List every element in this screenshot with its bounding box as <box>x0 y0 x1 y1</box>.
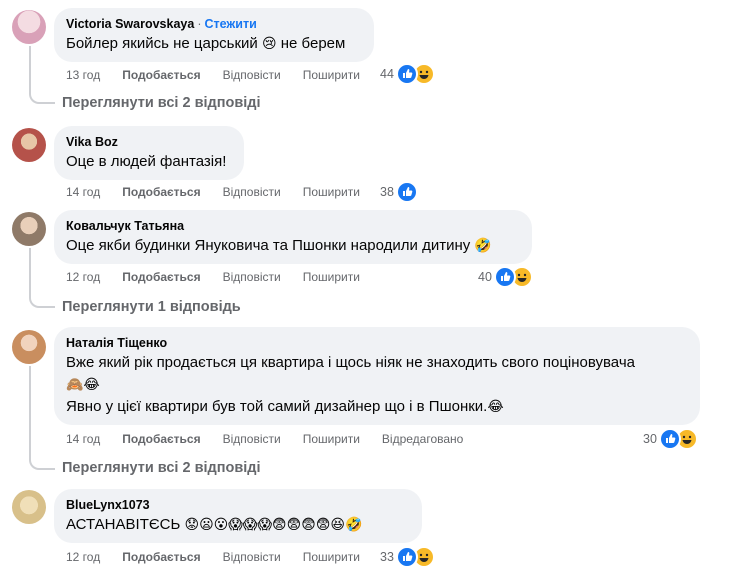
like-button[interactable]: Подобається <box>122 550 200 564</box>
comment-text: Явно у цієї квартири був той самий дизай… <box>66 398 504 415</box>
reply-button[interactable]: Відповісти <box>223 270 281 284</box>
like-button[interactable]: Подобається <box>122 68 200 82</box>
like-icon <box>395 63 418 85</box>
avatar[interactable] <box>12 490 46 524</box>
reply-button[interactable]: Відповісти <box>223 432 281 446</box>
reaction-count: 44 <box>380 67 394 81</box>
view-replies-link[interactable]: Переглянути всі 2 відповіді <box>62 460 261 476</box>
like-icon <box>395 181 418 203</box>
comment-author: Victoria Swarovskaya · Стежити <box>66 17 257 31</box>
avatar[interactable] <box>12 330 46 364</box>
timestamp[interactable]: 12 год <box>66 550 100 564</box>
comment-text: АСТАНАВІТЄСЬ 😟😦😮😱😱😱😨😨😨😨😆🤣 <box>66 516 363 533</box>
comment-actions: 13 год Подобається Відповісти Поширити <box>66 68 382 82</box>
avatar[interactable] <box>12 128 46 162</box>
reply-button[interactable]: Відповісти <box>223 68 281 82</box>
comment-bubble: Vika Boz Оце в людей фантазія! <box>54 126 244 180</box>
avatar[interactable] <box>12 212 46 246</box>
comment-text: Оце в людей фантазія! <box>66 153 227 170</box>
edited-label[interactable]: Відредаговано <box>382 432 463 446</box>
author-name[interactable]: Victoria Swarovskaya <box>66 17 194 31</box>
comment-bubble: Victoria Swarovskaya · Стежити Бойлер який… <box>54 8 374 62</box>
comment-bubble: Наталія Тіщенко Вже який рік продається … <box>54 327 700 425</box>
comment-text: Бойлер якийсь не царський 😢 не берем <box>66 35 346 52</box>
reply-button[interactable]: Відповісти <box>223 185 281 199</box>
share-button[interactable]: Поширити <box>303 270 360 284</box>
like-button[interactable]: Подобається <box>122 432 200 446</box>
author-name[interactable]: Vika Boz <box>66 135 118 149</box>
reaction-summary[interactable]: 44 <box>380 63 435 85</box>
like-icon <box>395 546 418 568</box>
reaction-count: 33 <box>380 550 394 564</box>
comment-actions: 12 год Подобається Відповісти Поширити <box>66 270 382 284</box>
timestamp[interactable]: 12 год <box>66 270 100 284</box>
reaction-summary[interactable]: 38 <box>380 181 418 203</box>
share-button[interactable]: Поширити <box>303 550 360 564</box>
like-icon <box>493 266 516 288</box>
comment-author: BlueLynx1073 <box>66 497 410 513</box>
reply-button[interactable]: Відповісти <box>223 550 281 564</box>
author-name[interactable]: Наталія Тіщенко <box>66 336 167 350</box>
comment-author: Ковальчук Татьяна <box>66 218 520 234</box>
reaction-count: 38 <box>380 185 394 199</box>
like-button[interactable]: Подобається <box>122 270 200 284</box>
comment-text: Оце якби будинки Януковича та Пшонки нар… <box>66 237 492 254</box>
comment-actions: 14 год Подобається Відповісти Поширити <box>66 185 382 199</box>
like-icon <box>658 428 681 450</box>
timestamp[interactable]: 14 год <box>66 432 100 446</box>
share-button[interactable]: Поширити <box>303 185 360 199</box>
comment-author: Наталія Тіщенко <box>66 335 688 351</box>
comment-bubble: BlueLynx1073 АСТАНАВІТЄСЬ 😟😦😮😱😱😱😨😨😨😨😆🤣 <box>54 489 422 543</box>
comment-text: 🙈😂 <box>66 377 100 393</box>
timestamp[interactable]: 13 год <box>66 68 100 82</box>
share-button[interactable]: Поширити <box>303 68 360 82</box>
reaction-summary[interactable]: 40 <box>478 266 533 288</box>
view-replies-link[interactable]: Переглянути 1 відповідь <box>62 299 241 315</box>
comment-bubble: Ковальчук Татьяна Оце якби будинки Януко… <box>54 210 532 264</box>
reaction-summary[interactable]: 33 <box>380 546 435 568</box>
comment-actions: 12 год Подобається Відповісти Поширити <box>66 550 382 564</box>
comment-actions: 14 год Подобається Відповісти Поширити Відре… <box>66 432 485 446</box>
author-name[interactable]: Ковальчук Татьяна <box>66 219 184 233</box>
like-button[interactable]: Подобається <box>122 185 200 199</box>
avatar[interactable] <box>12 10 46 44</box>
view-replies-link[interactable]: Переглянути всі 2 відповіді <box>62 95 261 111</box>
author-name[interactable]: BlueLynx1073 <box>66 498 150 512</box>
follow-link[interactable]: Стежити <box>205 17 257 31</box>
reaction-summary[interactable]: 30 <box>643 428 698 450</box>
reaction-count: 40 <box>478 270 492 284</box>
comment-text: Вже який рік продається ця квартира і що… <box>66 354 635 371</box>
share-button[interactable]: Поширити <box>303 432 360 446</box>
reaction-count: 30 <box>643 432 657 446</box>
timestamp[interactable]: 14 год <box>66 185 100 199</box>
comment-author: Vika Boz <box>66 134 232 150</box>
